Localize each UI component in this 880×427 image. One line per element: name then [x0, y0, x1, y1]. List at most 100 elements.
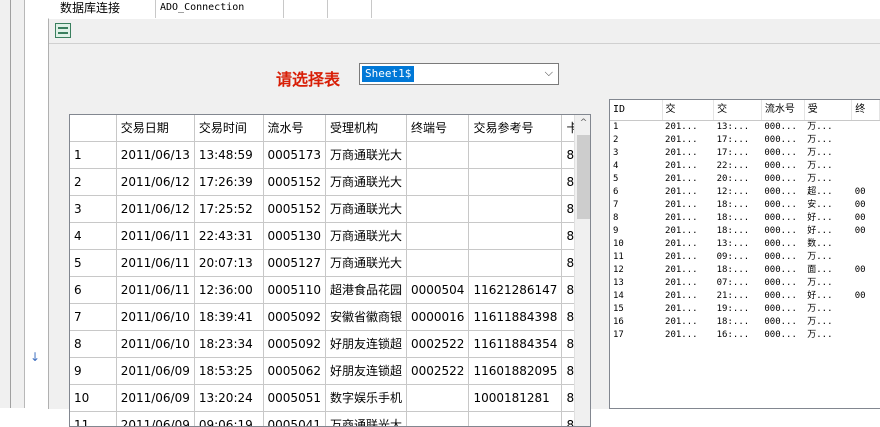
table-row[interactable]: 5 201... 20:... 000... 万... [610, 173, 880, 186]
table-cell[interactable]: 万... [804, 329, 852, 342]
table-cell[interactable]: 201... [662, 173, 714, 186]
table-cell[interactable]: 000... [761, 160, 804, 173]
table-cell[interactable]: 12:36:00 [194, 276, 264, 304]
table-cell[interactable]: 000... [761, 173, 804, 186]
table-cell[interactable]: 万... [804, 160, 852, 173]
table-cell[interactable]: 201... [662, 251, 714, 264]
table-cell[interactable]: 2011/06/10 [116, 303, 195, 331]
table-row[interactable]: 22011/06/1217:26:390005152万商通联光大86 [70, 168, 590, 196]
column-header[interactable] [70, 115, 117, 142]
table-cell[interactable]: 2011/06/09 [116, 411, 195, 426]
table-cell[interactable] [468, 195, 563, 223]
table-cell[interactable] [406, 168, 470, 196]
table-cell[interactable]: 000... [761, 238, 804, 251]
table-row[interactable]: 12 201... 18:... 000... 面... 00 [610, 264, 880, 277]
row-header[interactable]: 5 [70, 249, 117, 277]
table-cell[interactable] [468, 249, 563, 277]
table-cell[interactable]: 万... [804, 173, 852, 186]
table-cell[interactable]: 201... [662, 160, 714, 173]
table-row[interactable]: 2 201... 17:... 000... 万... [610, 134, 880, 147]
table-cell[interactable] [852, 134, 880, 147]
row-header[interactable]: 10 [70, 384, 117, 412]
table-row[interactable]: 17 201... 16:... 000... 万... [610, 329, 880, 342]
row-header[interactable]: 15 [610, 303, 662, 316]
chevron-down-icon[interactable]: ⌵ [545, 66, 553, 80]
row-header[interactable]: 9 [610, 225, 662, 238]
table-cell[interactable]: 2011/06/12 [116, 168, 195, 196]
table-row[interactable]: 1 201... 13:... 000... 万... [610, 120, 880, 134]
row-header[interactable]: 4 [610, 160, 662, 173]
table-cell[interactable]: 11611884354 [468, 330, 563, 358]
table-cell[interactable]: 0005041 [263, 411, 326, 426]
table-cell[interactable]: 201... [662, 264, 714, 277]
table-cell[interactable]: 11601882095 [468, 357, 563, 385]
column-header[interactable]: 受 [804, 100, 853, 121]
column-header[interactable]: 流水号 [263, 115, 326, 142]
dialog-titlebar[interactable] [49, 19, 880, 44]
table-cell[interactable] [468, 168, 563, 196]
table-cell[interactable]: 20:07:13 [194, 249, 264, 277]
table-cell[interactable]: 13:... [714, 238, 762, 251]
table-cell[interactable]: 2011/06/09 [116, 384, 195, 412]
table-cell[interactable]: 2011/06/11 [116, 249, 195, 277]
table-cell[interactable]: 数字娱乐手机 [325, 384, 408, 412]
table-cell[interactable]: 18:... [714, 316, 762, 329]
column-header[interactable]: 交易日期 [116, 115, 195, 142]
row-header[interactable]: 1 [70, 141, 117, 169]
table-cell[interactable]: 0005051 [263, 384, 326, 412]
table-cell[interactable]: 万... [804, 147, 852, 160]
table-cell[interactable]: 0005152 [263, 195, 326, 223]
table-cell[interactable]: 201... [662, 290, 714, 303]
data-grid-compact[interactable]: ID 交交流水号受终 1 201... 13:... 000... 万... 2 201...… [609, 99, 880, 409]
table-cell[interactable]: 201... [662, 329, 714, 342]
row-header[interactable]: 14 [610, 290, 662, 303]
row-header[interactable]: 11 [70, 411, 117, 426]
table-row[interactable]: 9 201... 18:... 000... 好... 00 [610, 225, 880, 238]
table-cell[interactable] [852, 277, 880, 290]
table-row[interactable]: 8 201... 18:... 000... 好... 00 [610, 212, 880, 225]
table-cell[interactable]: 000... [761, 303, 804, 316]
table-cell[interactable]: 201... [662, 212, 714, 225]
table-cell[interactable]: 0005127 [263, 249, 326, 277]
table-cell[interactable]: 00 [852, 225, 880, 238]
row-header[interactable]: 7 [610, 199, 662, 212]
row-header[interactable]: 11 [610, 251, 662, 264]
table-cell[interactable]: 000... [761, 290, 804, 303]
table-cell[interactable]: 好... [804, 225, 852, 238]
table-cell[interactable]: 00 [852, 199, 880, 212]
table-cell[interactable] [852, 173, 880, 186]
table-cell[interactable]: 万商通联光大 [325, 411, 408, 426]
table-row[interactable]: 6 201... 12:... 000... 超... 00 [610, 186, 880, 199]
column-header[interactable]: ID [610, 100, 663, 121]
vertical-scrollbar[interactable]: ^ [574, 115, 590, 426]
table-cell[interactable]: 13:... [714, 120, 762, 134]
table-cell[interactable]: 面... [804, 264, 852, 277]
table-cell[interactable]: 201... [662, 277, 714, 290]
table-cell[interactable]: 2011/06/11 [116, 222, 195, 250]
table-cell[interactable]: 201... [662, 199, 714, 212]
row-header[interactable]: 6 [70, 276, 117, 304]
table-cell[interactable]: 好... [804, 290, 852, 303]
sheet-select[interactable]: Sheet1$ ⌵ [359, 63, 559, 85]
table-cell[interactable] [406, 249, 470, 277]
table-cell[interactable] [852, 303, 880, 316]
table-cell[interactable]: 万商通联光大 [325, 168, 408, 196]
column-header[interactable]: 交 [713, 100, 762, 121]
table-cell[interactable] [406, 141, 470, 169]
table-cell[interactable]: 00 [852, 212, 880, 225]
scrollbar-thumb[interactable] [577, 135, 590, 219]
table-cell[interactable]: 数... [804, 238, 852, 251]
table-cell[interactable]: 0005092 [263, 330, 326, 358]
table-cell[interactable]: 201... [662, 316, 714, 329]
row-header[interactable]: 2 [610, 134, 662, 147]
row-header[interactable]: 16 [610, 316, 662, 329]
property-value[interactable]: ADO_Connection [156, 0, 284, 18]
table-row[interactable]: 10 2011/06/09 13:20:24 0005051 数字娱乐手机 1000181… [70, 384, 590, 412]
table-cell[interactable]: 000... [761, 225, 804, 238]
table-cell[interactable] [406, 411, 470, 426]
table-cell[interactable]: 000... [761, 134, 804, 147]
table-cell[interactable]: 22:43:31 [194, 222, 264, 250]
table-cell[interactable]: 201... [662, 303, 714, 316]
table-cell[interactable]: 18:... [714, 264, 762, 277]
row-header[interactable]: 5 [610, 173, 662, 186]
